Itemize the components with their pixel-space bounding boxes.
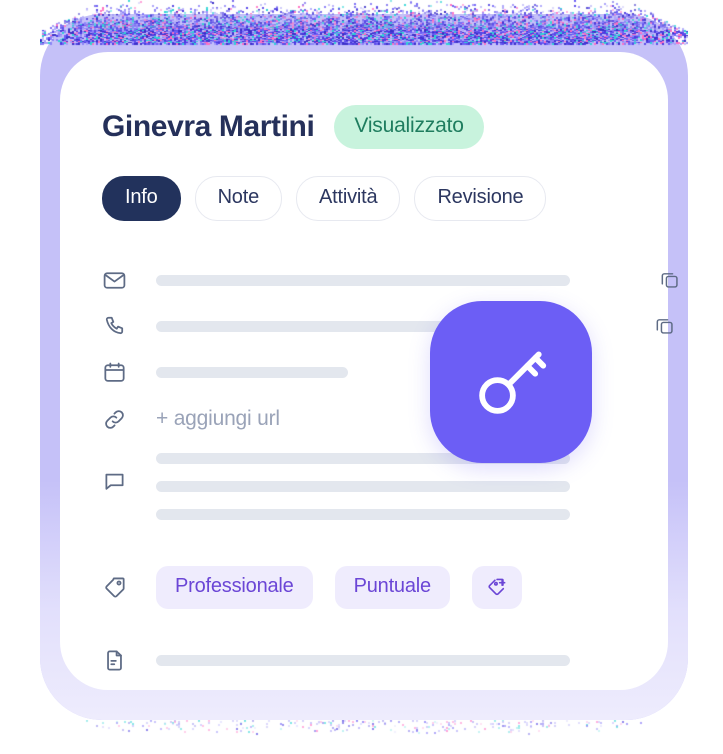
document-value-placeholder [156,654,570,666]
page-title: Ginevra Martini [102,110,315,143]
envelope-icon [102,268,156,293]
add-tag-button[interactable] [471,565,522,609]
notes-line-3 [156,509,570,520]
tag-icon [102,575,156,600]
key-icon [479,351,547,414]
chat-bubble-icon [102,443,156,494]
calendar-icon [102,360,156,385]
calendar-value-placeholder [156,366,348,378]
particle-disintegration-bottom [60,720,660,746]
tab-attivita[interactable]: Attività [296,176,401,221]
tab-info[interactable]: Info [102,176,181,221]
key-badge[interactable] [430,301,592,463]
copy-icon[interactable] [651,312,677,338]
row-email [102,257,678,303]
row-tags: Professionale Puntuale [102,539,626,635]
status-badge: Visualizzato [334,105,484,149]
contact-card: Ginevra Martini Visualizzato Info Note A… [60,52,678,690]
tab-revisione[interactable]: Revisione [414,176,547,221]
tab-note[interactable]: Note [194,176,283,221]
notes-line-2 [156,481,570,492]
tag-chip[interactable]: Puntuale [334,565,450,609]
row-document [102,635,626,685]
tag-chip[interactable]: Professionale [156,565,313,609]
phone-icon [102,314,156,339]
document-icon [102,648,156,673]
tag-list: Professionale Puntuale [156,565,522,609]
add-url-button[interactable]: + aggiungi url [156,407,280,431]
copy-icon[interactable] [656,266,682,292]
tab-bar: Info Note Attività Revisione [102,176,547,221]
link-icon [102,407,156,432]
card-header: Ginevra Martini Visualizzato [102,105,484,149]
screenshot-root: Ginevra Martini Visualizzato Info Note A… [0,0,723,754]
email-value-placeholder [156,274,570,286]
